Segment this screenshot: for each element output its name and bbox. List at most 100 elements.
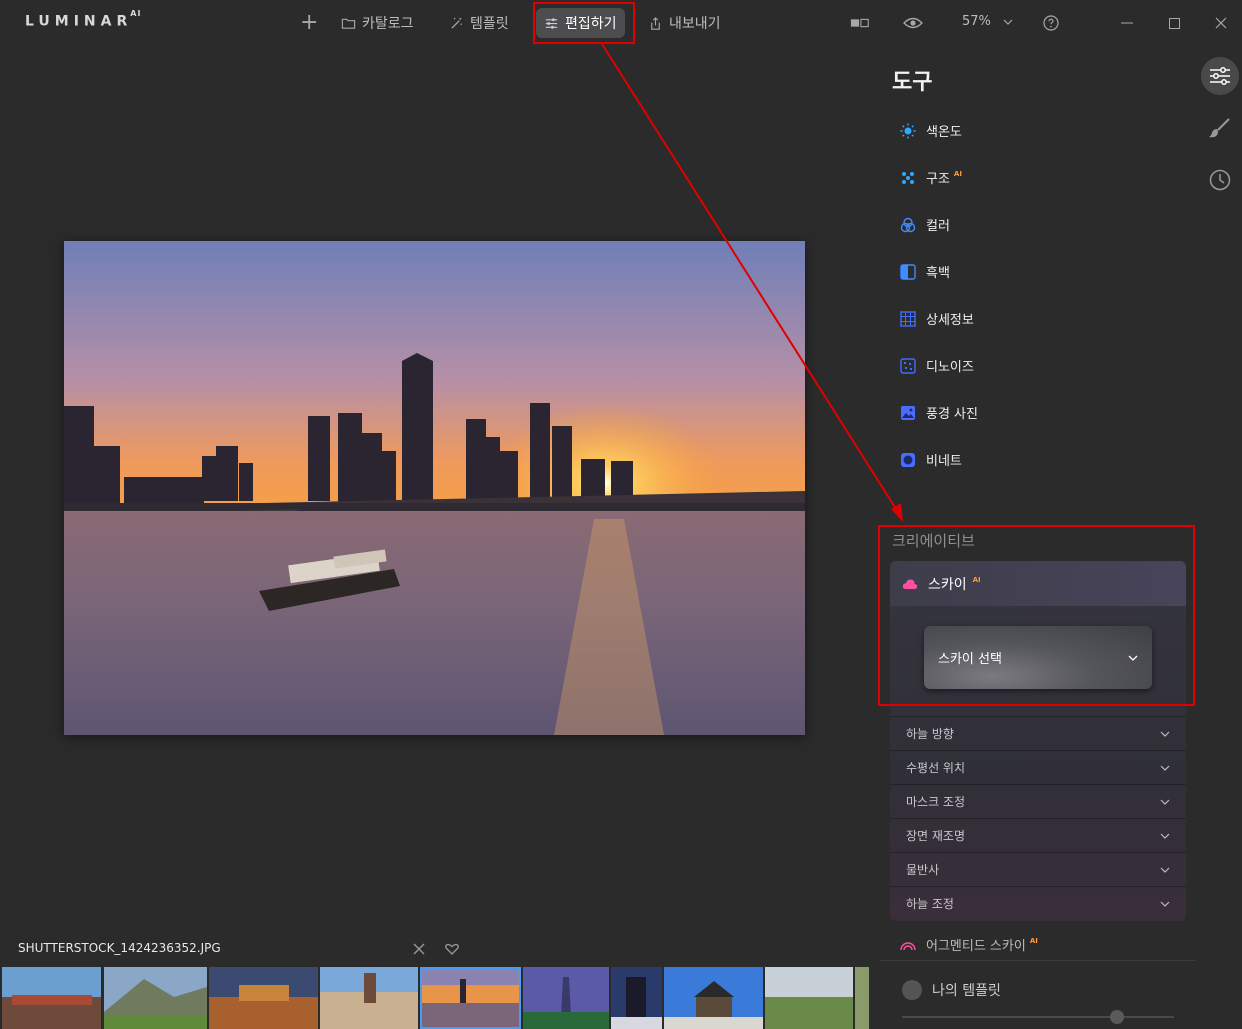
ai-badge: AI: [1029, 936, 1038, 945]
filmstrip-thumb-selected[interactable]: [420, 967, 521, 1029]
accordion-label: 하늘 조정: [906, 897, 954, 911]
filmstrip-thumb[interactable]: [765, 967, 853, 1029]
template-amount-slider[interactable]: [902, 1010, 1174, 1024]
filmstrip-thumb[interactable]: [209, 967, 318, 1029]
ai-badge: AI: [953, 169, 962, 178]
creative-section-label: 크리에이티브: [892, 532, 975, 550]
filmstrip-thumb[interactable]: [664, 967, 763, 1029]
templates-button[interactable]: 템플릿: [441, 8, 517, 38]
minimize-icon[interactable]: [1117, 13, 1137, 33]
sky-tool-header[interactable]: 스카이 AI: [890, 561, 1186, 606]
tool-color-temp[interactable]: 색온도: [900, 121, 962, 140]
accordion-horizon-position[interactable]: 수평선 위치: [890, 750, 1186, 784]
accordion-sky-orientation[interactable]: 하늘 방향: [890, 716, 1186, 750]
tool-denoise[interactable]: 디노이즈: [900, 356, 974, 375]
add-button[interactable]: +: [292, 8, 326, 38]
edit-button[interactable]: 편집하기: [536, 8, 625, 38]
chevron-down-icon: [1160, 731, 1170, 737]
panel-divider: [880, 960, 1196, 961]
title-bar: LUMINARAI + 카탈로그 템플릿 편집하기 내보내기 57%: [0, 0, 1242, 46]
share-icon: [651, 16, 660, 30]
accordion-label: 장면 재조명: [906, 829, 966, 843]
filmstrip-thumb[interactable]: [320, 967, 418, 1029]
plus-icon: +: [300, 10, 319, 35]
sky-label: 스카이: [928, 576, 967, 593]
tool-vignette[interactable]: 비네트: [900, 450, 962, 469]
catalog-button[interactable]: 카탈로그: [333, 8, 422, 38]
export-button[interactable]: 내보내기: [640, 8, 729, 38]
template-avatar-icon: [902, 980, 922, 1000]
tool-label: 구조: [926, 172, 950, 187]
filmstrip-thumb[interactable]: [611, 967, 662, 1029]
magic-wand-icon: [451, 17, 462, 29]
heart-icon[interactable]: [443, 940, 461, 958]
tool-label: 컬러: [926, 219, 950, 234]
tool-bw[interactable]: 흑백: [900, 262, 950, 281]
tool-label: 상세정보: [926, 313, 974, 328]
help-icon[interactable]: [1041, 13, 1061, 33]
tool-label: 색온도: [926, 125, 962, 140]
rainbow-icon: [900, 941, 916, 950]
brush-icon[interactable]: [1201, 109, 1239, 147]
tool-augmented-sky[interactable]: 어그멘티드 스카이 AI: [900, 935, 1038, 954]
edit-label: 편집하기: [565, 16, 617, 32]
reject-icon[interactable]: [410, 940, 428, 958]
tool-label: 디노이즈: [926, 360, 974, 375]
chevron-down-icon: [1003, 19, 1013, 25]
zoom-value: 57%: [962, 14, 991, 29]
filmstrip-thumb[interactable]: [523, 967, 609, 1029]
chevron-down-icon: [1160, 799, 1170, 805]
tool-color[interactable]: 컬러: [900, 215, 950, 234]
dots-icon: [900, 170, 916, 186]
main-photo[interactable]: [64, 241, 805, 735]
landscape-icon: [900, 405, 916, 421]
ai-badge: AI: [972, 575, 981, 584]
tool-label: 풍경 사진: [926, 407, 978, 422]
my-templates-header[interactable]: 나의 템플릿: [902, 980, 1001, 1000]
sky-select-label: 스카이 선택: [938, 652, 1002, 667]
accordion-label: 하늘 방향: [906, 727, 954, 741]
sky-tool-card: 스카이 AI 스카이 선택 하늘 방향 수평선 위치 마스크 조정 장면 재조명…: [890, 561, 1186, 921]
tool-label: 흑백: [926, 266, 950, 281]
history-clock-icon[interactable]: [1201, 161, 1239, 199]
sky-select-dropdown[interactable]: 스카이 선택: [924, 626, 1152, 689]
app-logo: LUMINARAI: [25, 9, 142, 30]
filmstrip-thumb[interactable]: [104, 967, 207, 1029]
tool-structure[interactable]: 구조 AI: [900, 168, 962, 187]
half-square-icon: [900, 263, 916, 280]
templates-label: 템플릿: [470, 16, 509, 32]
grid-icon: [900, 310, 916, 327]
filmstrip-thumb[interactable]: [2, 967, 101, 1029]
tool-details[interactable]: 상세정보: [900, 309, 974, 328]
photo-filename: SHUTTERSTOCK_1424236352.JPG: [18, 941, 221, 955]
tool-label: 어그멘티드 스카이: [926, 939, 1026, 954]
sliders-icon: [545, 17, 558, 29]
chevron-down-icon: [1160, 833, 1170, 839]
zoom-dropdown[interactable]: 57%: [962, 14, 1013, 29]
eye-icon[interactable]: [903, 13, 923, 33]
accordion-mask-refinement[interactable]: 마스크 조정: [890, 784, 1186, 818]
accordion-sky-adjustments[interactable]: 하늘 조정: [890, 886, 1186, 920]
adjustments-icon[interactable]: [1201, 57, 1239, 95]
close-icon[interactable]: [1211, 13, 1231, 33]
accordion-scene-relighting[interactable]: 장면 재조명: [890, 818, 1186, 852]
chevron-down-icon: [1160, 867, 1170, 873]
maximize-icon[interactable]: [1164, 13, 1184, 33]
vignette-icon: [900, 452, 916, 468]
slider-knob[interactable]: [1110, 1010, 1124, 1024]
panel-title: 도구: [892, 70, 933, 95]
compare-icon[interactable]: [850, 13, 870, 33]
sun-icon: [900, 123, 916, 139]
catalog-label: 카탈로그: [362, 16, 414, 32]
accordion-water-reflection[interactable]: 물반사: [890, 852, 1186, 886]
export-label: 내보내기: [669, 16, 721, 32]
tools-panel: 도구 색온도 구조 AI 컬러 흑백 상세정보 디노이즈 풍경 사진 비네트 크…: [878, 46, 1196, 1029]
filmstrip-thumb[interactable]: [855, 967, 869, 1029]
my-templates-label: 나의 템플릿: [932, 983, 1001, 999]
accordion-label: 물반사: [906, 863, 940, 877]
chevron-down-icon: [1160, 765, 1170, 771]
chevron-down-icon: [1160, 901, 1170, 907]
tool-landscape[interactable]: 풍경 사진: [900, 403, 978, 422]
tool-label: 비네트: [926, 454, 962, 469]
color-circles-icon: [900, 217, 916, 233]
